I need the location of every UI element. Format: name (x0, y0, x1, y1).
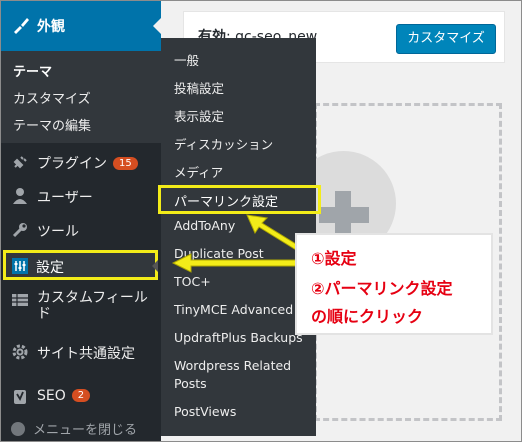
flyout-item-updraftplus[interactable]: UpdraftPlus Backups (174, 330, 303, 345)
settings-flyout-menu: 一般 投稿設定 表示設定 ディスカッション メディア AddToAny Dupl… (161, 38, 316, 436)
sidebar-item-label: ユーザー (37, 190, 93, 206)
notification-badge: 2 (71, 389, 91, 402)
flyout-item-general[interactable]: 一般 (174, 50, 199, 69)
screenshot-frame: 有効: gc-seo_new カスタマイズ 外観 テーマ カスタマイズ テーマの… (0, 0, 522, 442)
sidebar-item-seo[interactable]: SEO 2 (1, 382, 161, 412)
instruction-callout: ①設定 ②パーマリンク設定 の順にクリック (295, 233, 493, 335)
plugin-icon (13, 156, 27, 169)
flyout-item-toc[interactable]: TOC+ (174, 274, 211, 289)
flyout-item-postviews[interactable]: PostViews (174, 404, 236, 419)
flyout-item-discussion[interactable]: ディスカッション (174, 134, 273, 153)
plus-icon-bar (319, 207, 369, 223)
submenu-themes[interactable]: テーマ (13, 61, 52, 80)
yoast-icon (14, 390, 26, 404)
sidebar-item-plugins[interactable]: プラグイン 15 (1, 147, 161, 177)
callout-step1: ①設定 (311, 249, 357, 268)
sidebar-item-users[interactable]: ユーザー (1, 181, 161, 211)
paintbrush-icon (14, 18, 29, 34)
sidebar-item-label: SEO (37, 388, 66, 404)
flyout-item-addtoany[interactable]: AddToAny (174, 218, 235, 233)
flyout-item-media[interactable]: メディア (174, 162, 223, 181)
flyout-item-duplicate-post[interactable]: Duplicate Post (174, 246, 264, 261)
sidebar-item-site-settings[interactable]: サイト共通設定 (1, 337, 161, 367)
customize-button[interactable]: カスタマイズ (396, 24, 496, 54)
update-count-badge: 15 (113, 157, 138, 170)
flyout-item-tinymce[interactable]: TinyMCE Advanced (174, 302, 293, 317)
sidebar-item-tools[interactable]: ツール (1, 215, 161, 245)
flyout-item-reading[interactable]: 表示設定 (174, 106, 224, 125)
submenu-theme-editor[interactable]: テーマの編集 (13, 115, 91, 134)
sidebar-item-label: 設定 (36, 260, 64, 276)
sidebar-item-label: カスタムフィールド (37, 290, 148, 322)
permalink-label: パーマリンク設定 (174, 195, 279, 210)
gear-icon (12, 344, 28, 360)
sidebar-item-appearance[interactable]: 外観 (1, 1, 161, 51)
sidebar-item-label: サイト共通設定 (37, 346, 135, 362)
current-menu-notch (153, 18, 161, 34)
wrench-icon (12, 223, 27, 238)
settings-icon (12, 258, 28, 274)
flyout-item-writing[interactable]: 投稿設定 (174, 78, 224, 97)
flyout-item-permalink[interactable]: パーマリンク設定 (158, 185, 321, 214)
flyout-item-related-posts-line2[interactable]: Posts (174, 376, 207, 391)
sidebar-item-label: 外観 (37, 19, 65, 35)
appearance-submenu: テーマ カスタマイズ テーマの編集 (1, 51, 161, 143)
flyout-item-related-posts[interactable]: Wordpress Related (174, 358, 291, 373)
flyout-pointer (152, 260, 158, 272)
submenu-customize[interactable]: カスタマイズ (13, 88, 91, 107)
user-icon (13, 188, 27, 204)
admin-sidebar: 外観 テーマ カスタマイズ テーマの編集 プラグイン 15 ユーザー ツール カ… (1, 1, 161, 441)
callout-step3: の順にクリック (311, 307, 424, 326)
sidebar-item-label: ツール (37, 224, 79, 240)
table-icon (12, 294, 28, 306)
collapse-label: メニューを閉じる (33, 423, 138, 438)
collapse-icon (11, 422, 25, 436)
callout-step2: ②パーマリンク設定 (311, 279, 453, 298)
collapse-menu-button[interactable]: メニューを閉じる (11, 419, 137, 438)
sidebar-item-custom-fields[interactable]: カスタムフィールド (1, 285, 161, 329)
sidebar-item-settings[interactable]: 設定 (3, 250, 158, 280)
sidebar-item-label: プラグイン (37, 156, 107, 172)
